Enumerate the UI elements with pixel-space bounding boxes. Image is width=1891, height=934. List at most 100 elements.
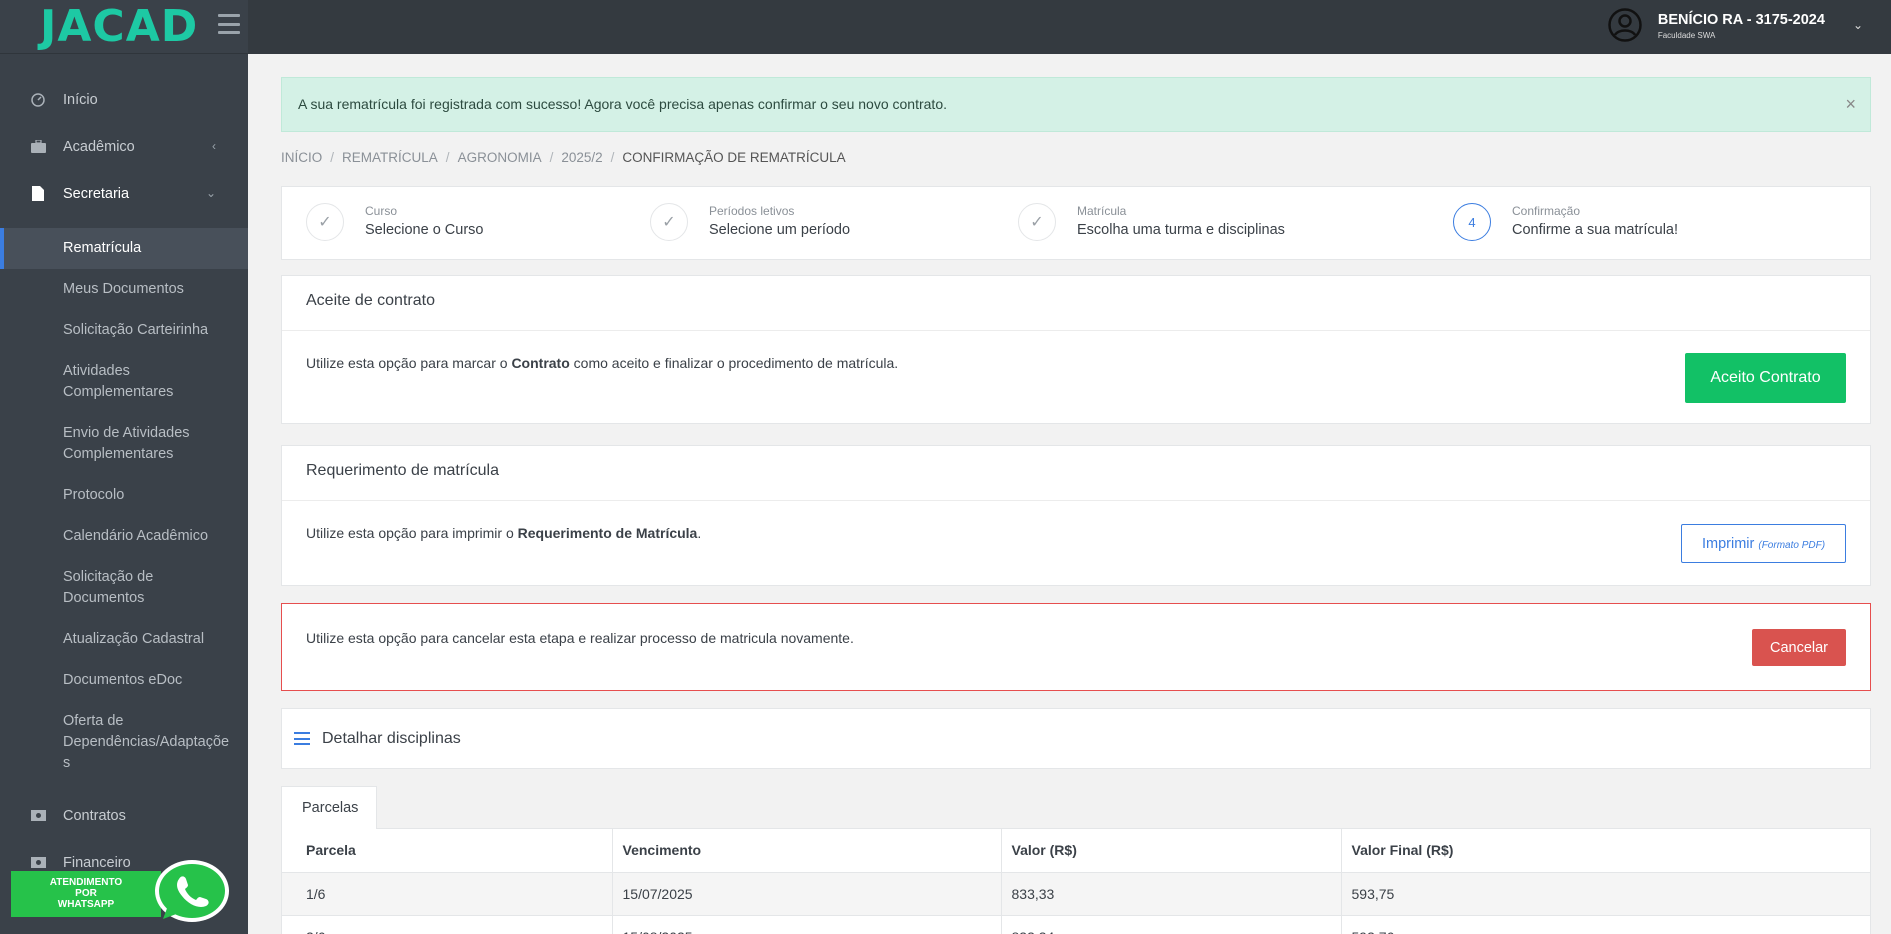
detail-subjects-toggle[interactable]: Detalhar disciplinas <box>281 708 1871 769</box>
requirement-text: Utilize esta opção para imprimir o Reque… <box>306 525 702 541</box>
breadcrumb-item[interactable]: INÍCIO <box>281 150 322 165</box>
list-icon <box>294 732 310 745</box>
sidebar-subitem-rematricula[interactable]: Rematrícula <box>0 228 248 269</box>
step-title: Selecione um período <box>709 222 851 238</box>
sidebar-item-label: Secretaria <box>63 185 130 202</box>
installments-table-card: Parcela Vencimento Valor (R$) Valor Fina… <box>281 828 1871 934</box>
sidebar-nav: Início Acadêmico ‹ Secretaria ⌄ <box>0 54 248 217</box>
chevron-left-icon: ‹ <box>212 139 216 153</box>
top-bar: BENÍCIO RA - 3175-2024 Faculdade SWA ⌄ <box>248 0 1891 54</box>
sidebar-subitem-solicitacao-documentos[interactable]: Solicitação de Documentos <box>0 557 170 619</box>
step-number-badge: 4 <box>1453 203 1491 241</box>
enrollment-stepper: ✓ Curso Selecione o Curso ✓ Períodos leti… <box>281 186 1871 260</box>
whatsapp-label: ATENDIMENTO POR WHATSAPP <box>11 871 161 917</box>
tab-parcelas[interactable]: Parcelas <box>281 786 377 829</box>
accept-contract-button[interactable]: Aceito Contrato <box>1685 353 1846 403</box>
table-cell: 833,33 <box>1001 872 1342 916</box>
table-row: 1/6 15/07/2025 833,33 593,75 <box>282 872 1870 916</box>
contract-text: Utilize esta opção para marcar o Contrat… <box>306 355 899 371</box>
briefcase-icon <box>30 139 46 155</box>
check-icon: ✓ <box>1018 203 1056 241</box>
step-title: Escolha uma turma e disciplinas <box>1077 222 1285 238</box>
step-caption: Confirmação <box>1512 204 1581 218</box>
step-title: Confirme a sua matrícula! <box>1512 222 1679 238</box>
sidebar-subitem-oferta-dependencias[interactable]: Oferta de Dependências/Adaptações <box>0 701 245 784</box>
sidebar-subitem-protocolo[interactable]: Protocolo <box>0 475 248 516</box>
dashboard-icon <box>30 92 46 108</box>
column-header: Valor Final (R$) <box>1341 829 1870 873</box>
table-cell: 593,76 <box>1341 915 1870 934</box>
panel-title: Aceite de contrato <box>282 276 1870 331</box>
panel-body: Utilize esta opção para marcar o Contrat… <box>282 331 1870 403</box>
step-periodos[interactable]: ✓ Períodos letivos Selecione um período <box>650 203 850 241</box>
contract-panel: Aceite de contrato Utilize esta opção pa… <box>281 275 1871 424</box>
table-row: 2/6 15/08/2025 833,34 593,76 <box>282 915 1870 934</box>
table-cell: 833,34 <box>1001 915 1342 934</box>
chevron-down-icon: ⌄ <box>205 186 216 200</box>
sidebar-item-secretaria[interactable]: Secretaria ⌄ <box>0 170 248 217</box>
user-info: BENÍCIO RA - 3175-2024 Faculdade SWA <box>1658 11 1825 40</box>
user-name: BENÍCIO RA - 3175-2024 <box>1657 11 1825 28</box>
check-icon: ✓ <box>306 203 344 241</box>
sidebar: JACAD Início Acadêmico ‹ Secretaria ⌄ Re… <box>0 0 248 934</box>
user-menu[interactable]: BENÍCIO RA - 3175-2024 Faculdade SWA ⌄ <box>1608 8 1863 42</box>
cancel-button[interactable]: Cancelar <box>1752 629 1846 666</box>
column-header: Parcela <box>282 829 613 873</box>
step-caption: Matrícula <box>1077 204 1127 218</box>
panel-body: Utilize esta opção para imprimir o Reque… <box>282 501 1870 565</box>
breadcrumb-item[interactable]: AGRONOMIA <box>458 150 542 165</box>
table-header-row: Parcela Vencimento Valor (R$) Valor Fina… <box>282 829 1870 873</box>
step-confirmacao: 4 Confirmação Confirme a sua matrícula! <box>1453 203 1678 241</box>
main-content: A sua rematrícula foi registrada com suc… <box>248 54 1891 934</box>
money-icon <box>30 808 46 824</box>
breadcrumb-item[interactable]: REMATRÍCULA <box>342 150 438 165</box>
sidebar-subitem-atualizacao-cadastral[interactable]: Atualização Cadastral <box>0 619 248 660</box>
requirement-panel: Requerimento de matrícula Utilize esta o… <box>281 445 1871 586</box>
cancel-text: Utilize esta opção para cancelar esta et… <box>306 630 854 646</box>
step-matricula[interactable]: ✓ Matrícula Escolha uma turma e disciplin… <box>1018 203 1285 241</box>
column-header: Valor (R$) <box>1001 829 1342 873</box>
chevron-down-icon: ⌄ <box>1852 18 1863 32</box>
table-cell: 15/08/2025 <box>612 915 1002 934</box>
document-icon <box>30 186 46 202</box>
sidebar-item-academico[interactable]: Acadêmico ‹ <box>0 123 248 170</box>
hamburger-menu-icon[interactable] <box>218 14 240 34</box>
sidebar-item-label: Início <box>63 91 98 108</box>
sidebar-subitem-meus-documentos[interactable]: Meus Documentos <box>0 269 248 310</box>
sidebar-subitem-calendario[interactable]: Calendário Acadêmico <box>0 516 248 557</box>
step-title: Selecione o Curso <box>365 222 484 238</box>
step-caption: Curso <box>365 204 398 218</box>
whatsapp-icon <box>155 860 229 922</box>
sidebar-item-label: Contratos <box>63 807 126 824</box>
table-cell: 2/6 <box>282 915 613 934</box>
user-org: Faculdade SWA <box>1657 30 1716 40</box>
close-icon[interactable]: × <box>1845 95 1856 113</box>
app-logo[interactable]: JACAD <box>40 4 198 49</box>
step-curso[interactable]: ✓ Curso Selecione o Curso <box>306 203 484 241</box>
table-cell: 1/6 <box>282 872 613 916</box>
breadcrumb-current: CONFIRMAÇÃO DE REMATRÍCULA <box>622 150 846 165</box>
step-caption: Períodos letivos <box>709 204 795 218</box>
sidebar-item-label: Acadêmico <box>63 138 135 155</box>
check-icon: ✓ <box>650 203 688 241</box>
cancel-panel: Utilize esta opção para cancelar esta et… <box>281 603 1871 691</box>
panel-title: Requerimento de matrícula <box>282 446 1870 501</box>
sidebar-subitem-solicitacao-carteirinha[interactable]: Solicitação Carteirinha <box>0 310 248 351</box>
whatsapp-support-button[interactable]: ATENDIMENTO POR WHATSAPP <box>11 859 233 925</box>
detail-label: Detalhar disciplinas <box>322 729 461 747</box>
installments-table: Parcela Vencimento Valor (R$) Valor Fina… <box>282 829 1870 934</box>
sidebar-subitem-documentos-edoc[interactable]: Documentos eDoc <box>0 660 248 701</box>
alert-text: A sua rematrícula foi registrada com suc… <box>298 96 947 112</box>
sidebar-subitem-envio-atividades[interactable]: Envio de Atividades Complementares <box>0 413 210 475</box>
sidebar-item-inicio[interactable]: Início <box>0 76 248 123</box>
breadcrumb-item[interactable]: 2025/2 <box>561 150 602 165</box>
sidebar-item-contratos[interactable]: Contratos <box>0 792 248 839</box>
print-requirement-button[interactable]: Imprimir (Formato PDF) <box>1681 524 1846 563</box>
success-alert: A sua rematrícula foi registrada com suc… <box>281 77 1871 132</box>
user-avatar-icon <box>1608 8 1642 42</box>
secretaria-submenu: Rematrícula Meus Documentos Solicitação … <box>0 228 248 784</box>
table-cell: 593,75 <box>1341 872 1870 916</box>
sidebar-subitem-atividades-complementares[interactable]: Atividades Complementares <box>0 351 200 413</box>
breadcrumb: INÍCIO / REMATRÍCULA / AGRONOMIA/ 2025/2/ … <box>281 150 846 165</box>
column-header: Vencimento <box>612 829 1002 873</box>
